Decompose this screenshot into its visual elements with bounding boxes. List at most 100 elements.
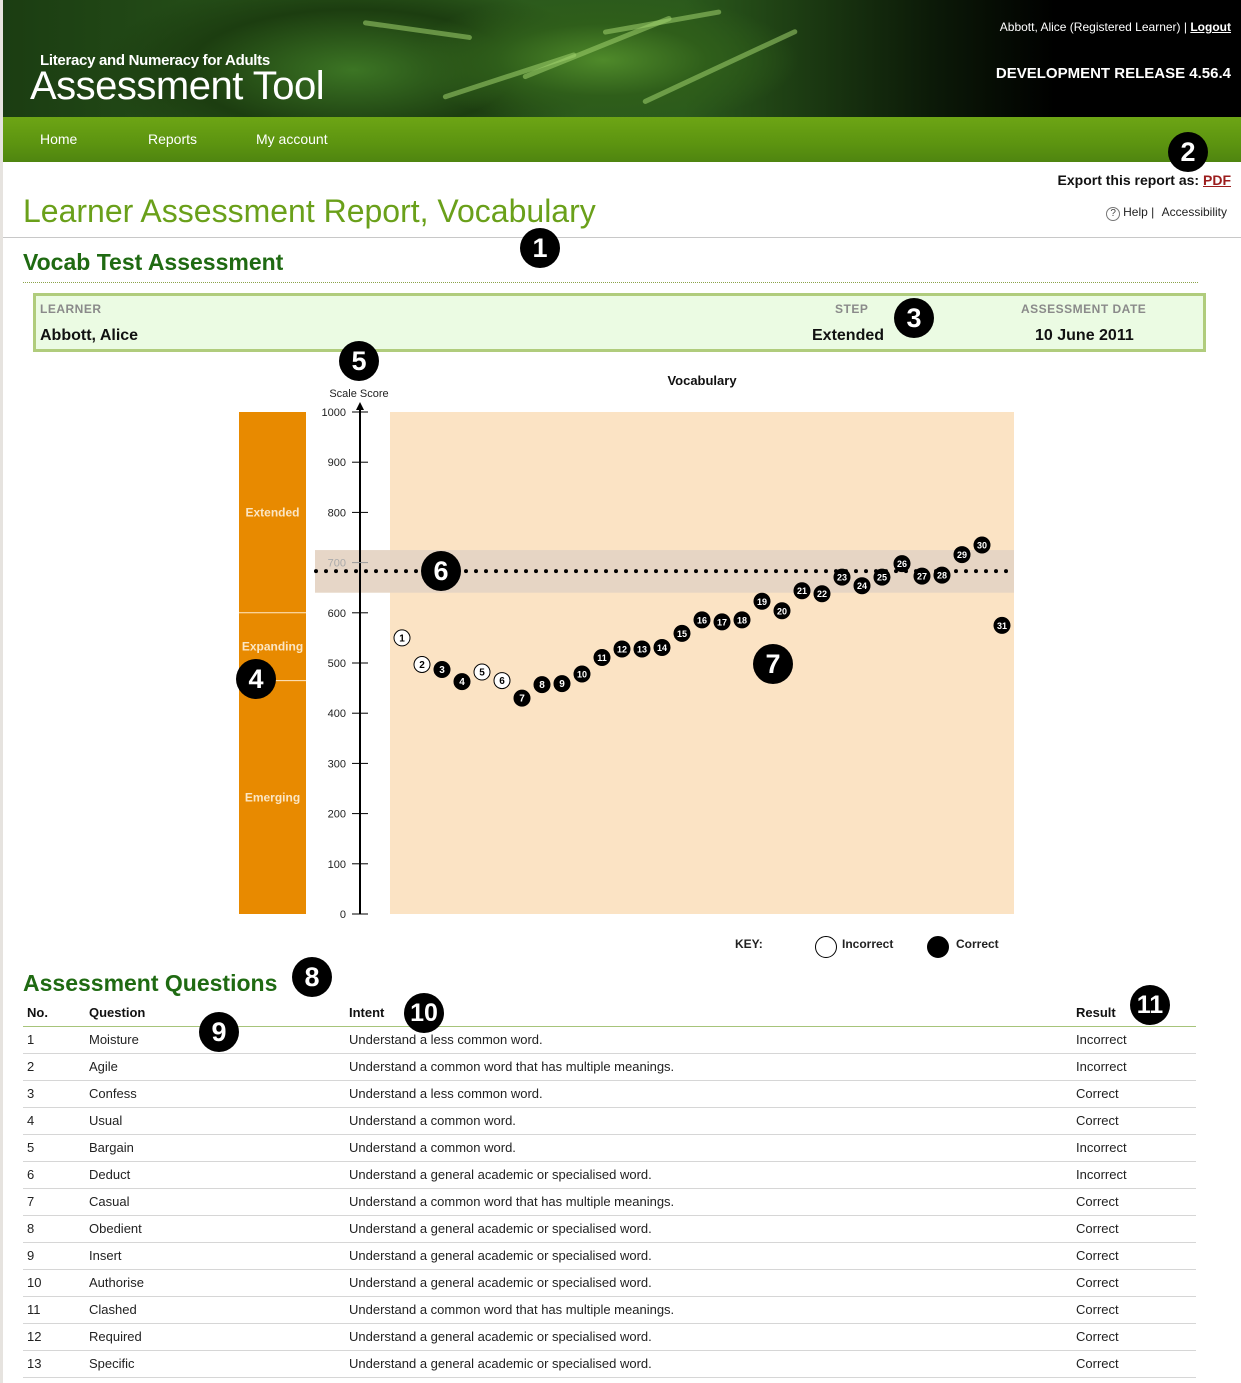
callout-marker: 7 (753, 644, 793, 684)
data-point-label: 8 (539, 680, 545, 691)
cell-result: Correct (1072, 1269, 1196, 1297)
step-label: Extended (245, 505, 299, 519)
cell-question: Insert (85, 1242, 345, 1270)
callout-marker: 5 (339, 341, 379, 381)
cell-result: Incorrect (1072, 1134, 1196, 1162)
callout-marker: 10 (404, 993, 444, 1033)
y-axis-arrow-icon (356, 402, 364, 410)
export-pdf-link[interactable]: PDF (1203, 172, 1231, 188)
cell-intent: Understand a common word. (345, 1107, 1072, 1135)
fern-decoration (362, 20, 473, 41)
cell-intent: Understand a general academic or special… (345, 1161, 1072, 1189)
fern-decoration (442, 51, 577, 100)
cell-question: Clashed (85, 1296, 345, 1324)
table-row: 2 Agile Understand a common word that has … (23, 1053, 1196, 1081)
data-point-label: 14 (657, 643, 667, 653)
table-row: 11 Clashed Understand a common word that h… (23, 1296, 1196, 1324)
cell-question: Obedient (85, 1215, 345, 1243)
y-tick-label: 400 (328, 708, 346, 720)
data-point-label: 1 (399, 633, 405, 644)
chart-title: Vocabulary (667, 373, 737, 388)
nav-reports[interactable]: Reports (148, 131, 197, 147)
legend-correct-icon (927, 936, 949, 958)
cell-result: Incorrect (1072, 1161, 1196, 1189)
separator: | (1151, 205, 1155, 219)
cell-question: Specific (85, 1350, 345, 1378)
cell-question: Authorise (85, 1269, 345, 1297)
plot-area (390, 412, 1014, 914)
y-tick-label: 0 (340, 909, 346, 921)
data-point-label: 11 (597, 653, 607, 663)
cell-no: 11 (23, 1296, 85, 1324)
cell-result: Correct (1072, 1188, 1196, 1216)
data-point-label: 23 (837, 573, 847, 583)
export-bar: Export this report as: PDF (1058, 172, 1231, 188)
nav-home[interactable]: Home (40, 131, 77, 147)
table-row: 5 Bargain Understand a common word. Incorre… (23, 1134, 1196, 1162)
data-point-label: 10 (577, 670, 587, 680)
data-point-label: 6 (499, 676, 505, 687)
callout-marker: 4 (236, 659, 276, 699)
logout-link[interactable]: Logout (1190, 20, 1231, 34)
separator: | (1183, 20, 1187, 34)
cell-no: 9 (23, 1242, 85, 1270)
cell-intent: Understand a less common word. (345, 1080, 1072, 1108)
cell-intent: Understand a general academic or special… (345, 1215, 1072, 1243)
callout-marker: 8 (292, 957, 332, 997)
page-title: Learner Assessment Report, Vocabulary (23, 193, 596, 229)
data-point-label: 15 (677, 629, 687, 639)
accessibility-link[interactable]: Accessibility (1162, 205, 1227, 219)
table-row: 9 Insert Understand a general academic or … (23, 1242, 1196, 1270)
nav-my-account[interactable]: My account (256, 131, 328, 147)
data-point-label: 18 (737, 615, 747, 625)
cell-question: Agile (85, 1053, 345, 1081)
cell-intent: Understand a general academic or special… (345, 1269, 1072, 1297)
header-banner: Literacy and Numeracy for Adults Assessm… (3, 0, 1241, 117)
cell-intent: Understand a common word that has multip… (345, 1296, 1072, 1324)
cell-result: Correct (1072, 1350, 1196, 1378)
cell-no: 12 (23, 1323, 85, 1351)
learner-name: Abbott, Alice (40, 327, 139, 344)
table-row: 8 Obedient Understand a general academic o… (23, 1215, 1196, 1243)
data-point-label: 21 (797, 586, 807, 596)
y-axis-label: Scale Score (329, 388, 388, 400)
data-point-label: 4 (459, 677, 465, 688)
section-title: Vocab Test Assessment (23, 249, 284, 275)
step-value: Extended (812, 327, 885, 344)
data-point-label: 27 (917, 572, 927, 582)
y-tick-label: 800 (328, 507, 346, 519)
divider (3, 237, 1241, 238)
callout-marker: 6 (421, 551, 461, 591)
data-point-label: 9 (559, 679, 565, 690)
cell-result: Correct (1072, 1080, 1196, 1108)
table-row: 7 Casual Understand a common word that has… (23, 1188, 1196, 1216)
table-row: 10 Authorise Understand a general academic… (23, 1269, 1196, 1297)
cell-intent: Understand a general academic or special… (345, 1242, 1072, 1270)
help-link[interactable]: Help (1123, 205, 1148, 219)
callout-marker: 9 (199, 1012, 239, 1052)
cell-question: Casual (85, 1188, 345, 1216)
cell-no: 13 (23, 1350, 85, 1378)
data-point-label: 13 (637, 644, 647, 654)
legend-key-label: KEY: (735, 937, 763, 951)
fern-decoration (602, 9, 722, 35)
release-label: DEVELOPMENT RELEASE 4.56.4 (995, 65, 1231, 82)
callout-marker: 11 (1130, 985, 1170, 1025)
data-point-label: 17 (717, 617, 727, 627)
data-point-label: 7 (519, 694, 525, 705)
assessment-questions-title: Assessment Questions (23, 970, 278, 996)
data-point-label: 29 (957, 550, 967, 560)
data-point-label: 16 (697, 615, 707, 625)
column-header-intent: Intent (345, 1000, 1072, 1027)
y-tick-label: 100 (328, 859, 346, 871)
learner-label: LEARNER (40, 302, 102, 316)
data-point-label: 12 (617, 644, 627, 654)
legend-incorrect-icon (815, 936, 837, 958)
logo-title: Assessment Tool (30, 64, 325, 108)
column-header-no: No. (23, 1000, 85, 1027)
cell-result: Correct (1072, 1296, 1196, 1324)
page-edge (0, 0, 3, 1383)
cell-question: Confess (85, 1080, 345, 1108)
cell-no: 1 (23, 1026, 85, 1054)
user-info: Abbott, Alice (Registered Learner) | Log… (1000, 20, 1231, 34)
